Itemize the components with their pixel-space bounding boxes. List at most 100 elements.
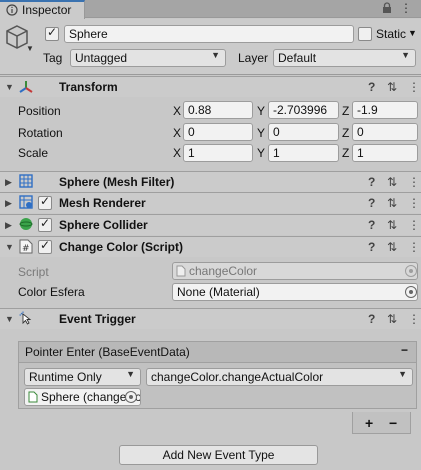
add-listener-button[interactable]: +	[365, 415, 373, 431]
script-file-icon	[176, 265, 186, 277]
mesh-filter-title: Sphere (Mesh Filter)	[59, 175, 175, 189]
sphere-collider-icon	[19, 218, 33, 230]
lock-icon[interactable]	[381, 2, 393, 14]
static-checkbox[interactable]	[358, 27, 372, 41]
icon-dropdown-icon[interactable]: ▼	[26, 44, 34, 53]
component-menu-icon[interactable]: ⋮	[408, 175, 420, 189]
presets-icon[interactable]: ⇅	[387, 312, 397, 326]
mesh-renderer-title: Mesh Renderer	[59, 196, 146, 210]
scale-label: Scale	[18, 146, 49, 160]
presets-icon[interactable]: ⇅	[387, 80, 397, 94]
help-icon[interactable]: ?	[368, 218, 375, 232]
tag-value: Untagged	[75, 51, 128, 65]
event-trigger-icon	[19, 311, 32, 325]
event-trigger-title: Event Trigger	[59, 312, 136, 326]
foldout-closed-icon[interactable]: ▶	[5, 220, 12, 231]
runtime-value: Runtime Only	[29, 370, 102, 384]
component-menu-icon[interactable]: ⋮	[408, 218, 420, 232]
function-dropdown[interactable]: changeColor.changeActualColor ▼	[146, 368, 413, 386]
help-icon[interactable]: ?	[368, 80, 375, 94]
presets-icon[interactable]: ⇅	[387, 240, 397, 254]
object-picker-icon	[405, 265, 417, 277]
mesh-renderer-enabled-checkbox[interactable]	[38, 194, 52, 210]
info-icon	[6, 4, 18, 16]
sphere-collider-title: Sphere Collider	[59, 218, 148, 232]
foldout-closed-icon[interactable]: ▶	[5, 198, 12, 209]
layer-dropdown[interactable]: Default ▼	[273, 49, 416, 67]
axis-z-label[interactable]: Z	[342, 126, 349, 140]
remove-event-button[interactable]: −	[401, 343, 408, 357]
component-menu-icon[interactable]: ⋮	[408, 240, 420, 254]
event-entry-title: Pointer Enter (BaseEventData)	[25, 345, 190, 359]
target-object-field[interactable]: Sphere (changeColor)	[24, 388, 141, 406]
chevron-down-icon: ▼	[398, 369, 407, 379]
foldout-open-icon[interactable]: ▼	[5, 82, 14, 92]
position-x-input[interactable]: 0.88	[183, 101, 253, 119]
script-label: Script	[18, 265, 49, 279]
transform-title: Transform	[59, 80, 118, 94]
static-dropdown-icon[interactable]: ▼	[408, 28, 417, 38]
add-remove-footer	[352, 412, 411, 434]
foldout-closed-icon[interactable]: ▶	[5, 177, 12, 188]
presets-icon[interactable]: ⇅	[387, 196, 397, 210]
change-color-title: Change Color (Script)	[59, 240, 184, 254]
script-file-icon: #	[19, 239, 33, 254]
function-value: changeColor.changeActualColor	[151, 370, 324, 384]
tag-dropdown[interactable]: Untagged ▼	[70, 49, 226, 67]
scale-z-input[interactable]: 1	[352, 144, 418, 162]
transform-axes-icon	[19, 81, 33, 93]
remove-listener-button[interactable]: −	[389, 415, 397, 431]
scale-y-input[interactable]: 1	[268, 144, 339, 162]
color-esfera-value: None (Material)	[177, 285, 260, 299]
rotation-z-input[interactable]: 0	[352, 123, 418, 141]
tab-menu-icon[interactable]: ⋮	[400, 1, 412, 15]
foldout-open-icon[interactable]: ▼	[5, 242, 14, 252]
color-esfera-label: Color Esfera	[18, 285, 85, 299]
change-color-enabled-checkbox[interactable]	[38, 238, 52, 254]
active-checkbox[interactable]	[45, 25, 59, 41]
presets-icon[interactable]: ⇅	[387, 218, 397, 232]
axis-y-label[interactable]: Y	[257, 104, 265, 118]
tab-inspector[interactable]: Inspector	[0, 0, 85, 19]
layer-label: Layer	[238, 51, 269, 65]
tab-label: Inspector	[22, 3, 72, 17]
help-icon[interactable]: ?	[368, 196, 375, 210]
sphere-collider-enabled-checkbox[interactable]	[38, 216, 52, 232]
static-label: Static	[376, 27, 407, 41]
rotation-y-input[interactable]: 0	[268, 123, 339, 141]
chevron-down-icon: ▼	[401, 50, 410, 60]
position-label: Position	[18, 104, 61, 118]
runtime-dropdown[interactable]: Runtime Only ▼	[24, 368, 141, 386]
component-menu-icon[interactable]: ⋮	[408, 196, 420, 210]
help-icon[interactable]: ?	[368, 312, 375, 326]
rotation-x-input[interactable]: 0	[183, 123, 253, 141]
axis-z-label[interactable]: Z	[342, 104, 349, 118]
color-esfera-field[interactable]: None (Material)	[172, 283, 418, 301]
axis-z-label[interactable]: Z	[342, 146, 349, 160]
axis-x-label[interactable]: X	[173, 146, 181, 160]
chevron-down-icon: ▼	[126, 369, 135, 379]
add-new-event-type-button[interactable]: Add New Event Type	[119, 445, 318, 465]
script-file-icon	[28, 391, 38, 403]
svg-text:#: #	[22, 244, 30, 254]
script-value: changeColor	[189, 264, 258, 278]
help-icon[interactable]: ?	[368, 240, 375, 254]
axis-x-label[interactable]: X	[173, 104, 181, 118]
help-icon[interactable]: ?	[368, 175, 375, 189]
object-name-input[interactable]: Sphere	[64, 25, 354, 43]
object-picker-icon[interactable]	[125, 391, 137, 403]
axis-x-label[interactable]: X	[173, 126, 181, 140]
script-field: changeColor	[172, 262, 418, 280]
rotation-label: Rotation	[18, 126, 63, 140]
position-z-input[interactable]: -1.9	[352, 101, 418, 119]
axis-y-label[interactable]: Y	[257, 146, 265, 160]
object-picker-icon[interactable]	[405, 286, 417, 298]
foldout-open-icon[interactable]: ▼	[5, 314, 14, 324]
position-y-input[interactable]: -2.703996	[268, 101, 339, 119]
mesh-filter-icon	[19, 174, 33, 188]
component-menu-icon[interactable]: ⋮	[408, 80, 420, 94]
axis-y-label[interactable]: Y	[257, 126, 265, 140]
presets-icon[interactable]: ⇅	[387, 175, 397, 189]
component-menu-icon[interactable]: ⋮	[408, 312, 420, 326]
scale-x-input[interactable]: 1	[183, 144, 253, 162]
